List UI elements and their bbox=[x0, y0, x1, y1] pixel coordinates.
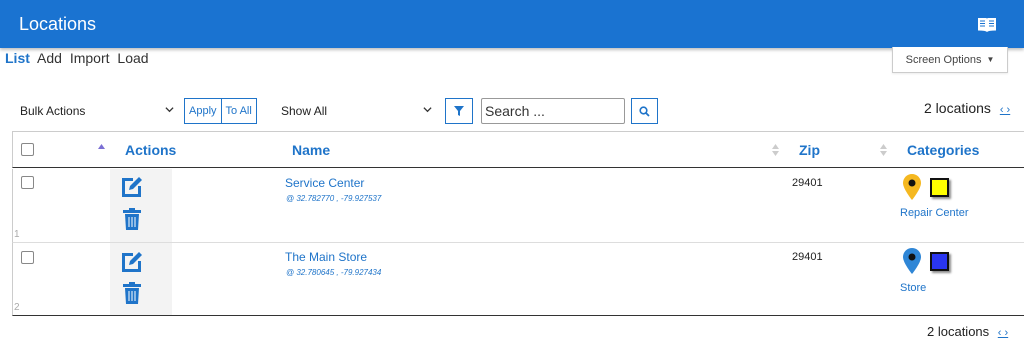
trash-icon[interactable] bbox=[123, 282, 141, 304]
locations-table: Actions Name Zip Categories 1 Service Ce… bbox=[12, 131, 1024, 317]
toolbar: Bulk Actions Apply To All Show All 2 loc… bbox=[0, 98, 1024, 124]
tab-add[interactable]: Add bbox=[37, 50, 62, 66]
column-actions: Actions bbox=[125, 142, 177, 158]
category-label[interactable]: Store bbox=[900, 282, 926, 294]
location-coordinates: @ 32.780645 , -79.927434 bbox=[286, 268, 382, 277]
search-input[interactable] bbox=[481, 98, 625, 124]
edit-icon[interactable] bbox=[122, 175, 144, 197]
location-count-bottom: 2 locations ‹ › bbox=[927, 324, 1008, 339]
zip-value: 29401 bbox=[792, 177, 823, 189]
apply-button-group: Apply To All bbox=[184, 98, 257, 124]
table-row: 1 Service Center @ 32.782770 , -79.92753… bbox=[12, 169, 1024, 243]
category-label[interactable]: Repair Center bbox=[900, 207, 968, 219]
filter-icon bbox=[454, 106, 464, 116]
apply-button[interactable]: Apply bbox=[185, 99, 221, 123]
table-row: 2 The Main Store @ 32.780645 , -79.92743… bbox=[12, 243, 1024, 316]
tab-import[interactable]: Import bbox=[70, 50, 110, 66]
location-coordinates: @ 32.782770 , -79.927537 bbox=[286, 194, 382, 203]
map-pin-icon bbox=[903, 174, 921, 200]
filter-button[interactable] bbox=[445, 98, 473, 124]
sort-icon[interactable] bbox=[880, 144, 887, 156]
search-icon bbox=[639, 105, 650, 117]
category-color-swatch bbox=[930, 178, 949, 197]
select-all-checkbox[interactable] bbox=[21, 143, 34, 156]
page-title: Locations bbox=[19, 14, 97, 34]
apply-to-all-button[interactable]: To All bbox=[220, 99, 256, 123]
table-header: Actions Name Zip Categories bbox=[12, 131, 1024, 168]
search-button[interactable] bbox=[631, 98, 658, 124]
sub-navigation: List Add Import Load bbox=[5, 50, 153, 66]
pager-links[interactable]: ‹ › bbox=[998, 327, 1008, 339]
screen-options-button[interactable]: Screen Options ▼ bbox=[892, 47, 1008, 73]
column-categories[interactable]: Categories bbox=[907, 142, 979, 158]
tab-list[interactable]: List bbox=[5, 50, 30, 66]
location-name-link[interactable]: Service Center bbox=[285, 176, 364, 190]
caret-down-icon: ▼ bbox=[986, 55, 995, 64]
edit-icon[interactable] bbox=[122, 250, 144, 272]
chevron-down-icon bbox=[165, 107, 174, 113]
filter-select[interactable]: Show All bbox=[276, 98, 436, 124]
bulk-actions-select[interactable]: Bulk Actions bbox=[14, 98, 178, 124]
sort-icon[interactable] bbox=[772, 144, 779, 156]
row-number: 2 bbox=[14, 302, 20, 313]
filter-select-value: Show All bbox=[281, 104, 328, 118]
row-checkbox[interactable] bbox=[21, 176, 34, 189]
chevron-down-icon bbox=[423, 107, 432, 113]
row-checkbox[interactable] bbox=[21, 251, 34, 264]
column-zip[interactable]: Zip bbox=[799, 142, 820, 158]
trash-icon[interactable] bbox=[123, 208, 141, 230]
zip-value: 29401 bbox=[792, 251, 823, 263]
book-icon[interactable] bbox=[977, 16, 997, 33]
screen-options-label: Screen Options bbox=[905, 53, 982, 66]
location-count-text: 2 locations bbox=[924, 100, 991, 116]
bulk-actions-value: Bulk Actions bbox=[20, 104, 86, 118]
tab-load[interactable]: Load bbox=[117, 50, 148, 66]
location-name-link[interactable]: The Main Store bbox=[285, 250, 367, 264]
top-bar: Locations bbox=[0, 0, 1024, 48]
row-number: 1 bbox=[14, 229, 20, 240]
map-pin-icon bbox=[903, 248, 921, 274]
location-count-text: 2 locations bbox=[927, 324, 990, 339]
sort-up-icon[interactable] bbox=[98, 144, 105, 156]
pager-links[interactable]: ‹ › bbox=[1000, 104, 1010, 116]
location-count-top: 2 locations ‹ › bbox=[924, 100, 1010, 116]
column-name[interactable]: Name bbox=[292, 142, 330, 158]
category-color-swatch bbox=[930, 252, 949, 271]
